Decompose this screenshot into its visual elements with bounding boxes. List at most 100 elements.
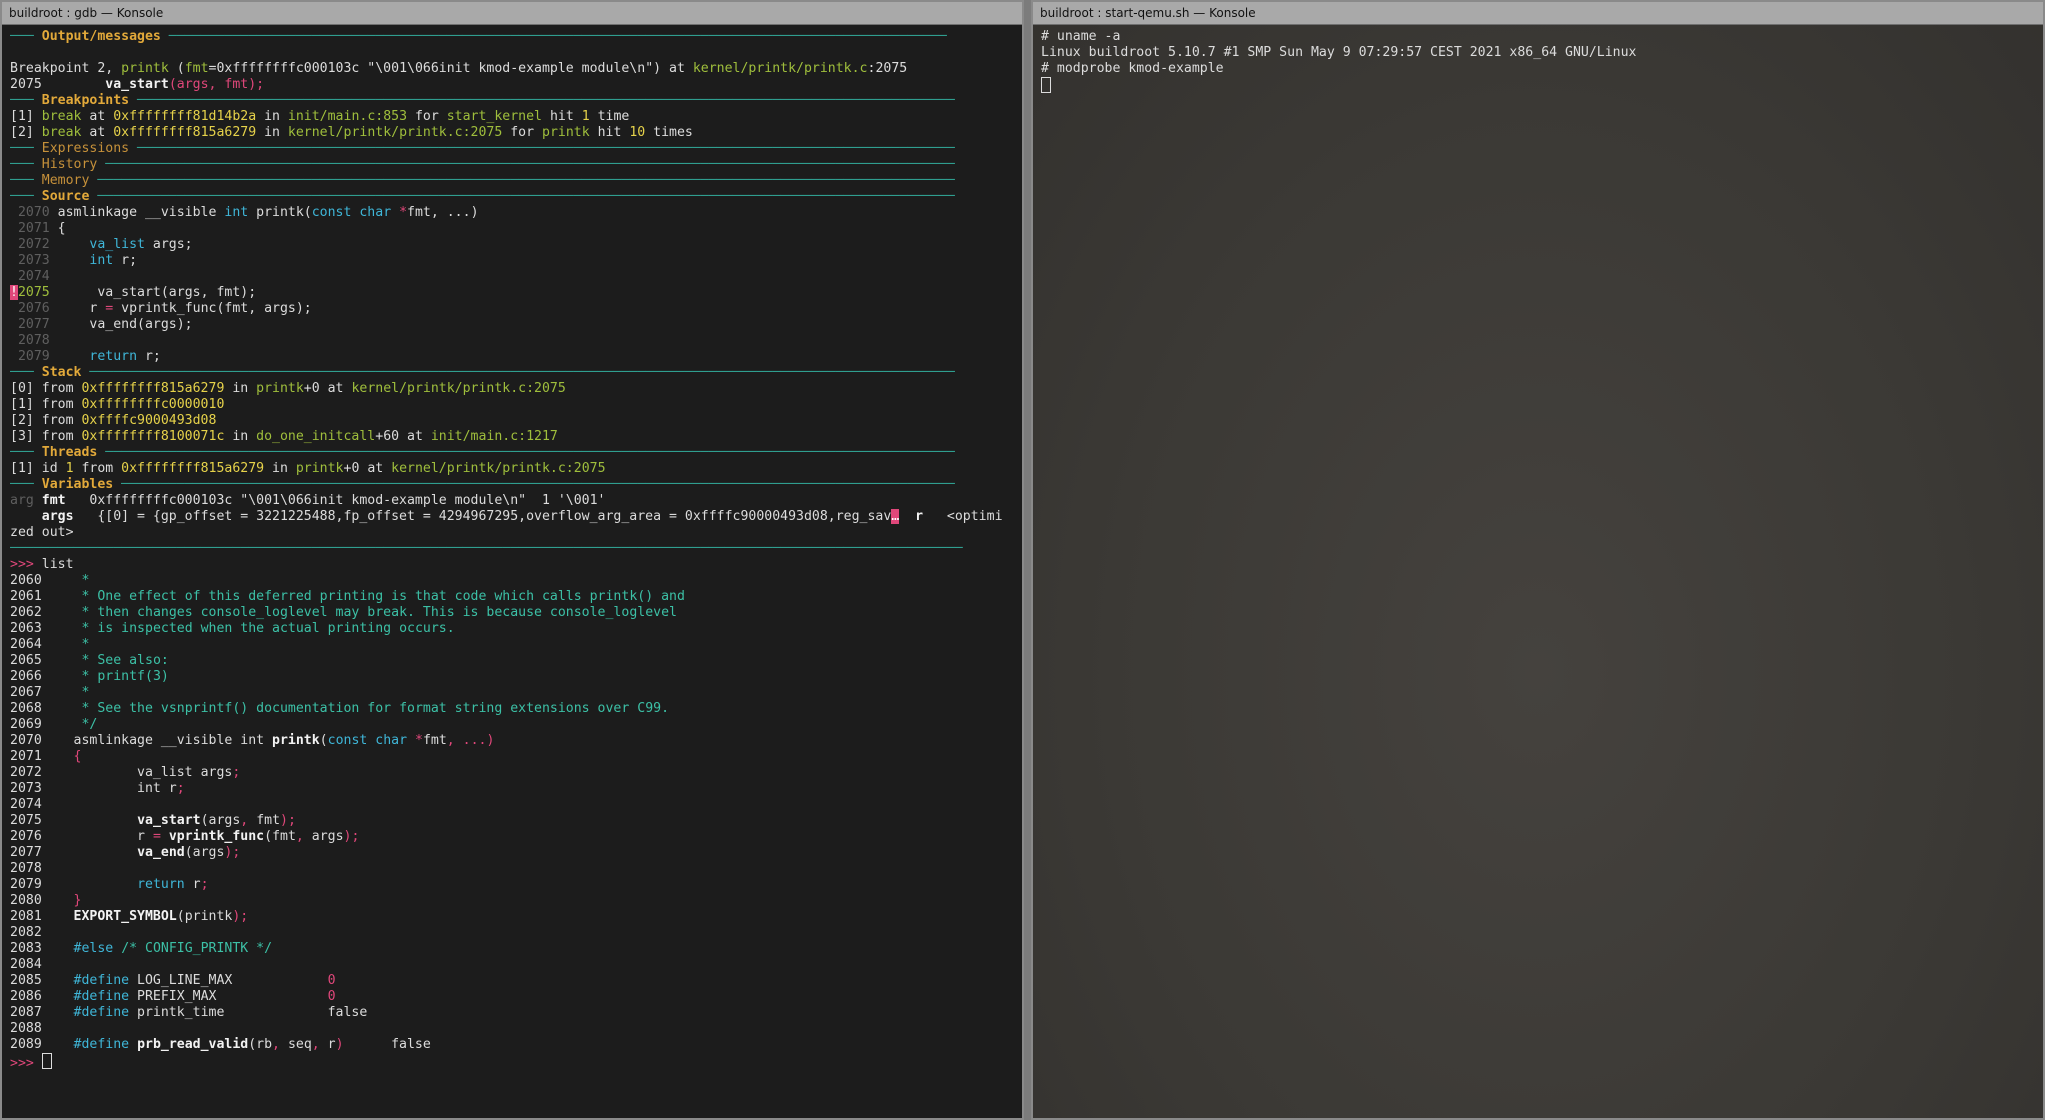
gdb-text-segment: 2070 asmlinkage __visible int xyxy=(10,733,273,748)
gdb-text-segment: * xyxy=(399,205,408,220)
gdb-line: 2073 int r; xyxy=(10,781,1014,797)
gdb-text-segment: , xyxy=(311,1037,328,1052)
gdb-text-segment: asmlinkage __visible xyxy=(57,205,225,220)
gdb-text-segment: * See the vsnprintf() documentation for … xyxy=(81,701,670,716)
gdb-text-segment: const char xyxy=(311,205,392,220)
gdb-text-segment: ; xyxy=(176,781,185,796)
gdb-konsole-window[interactable]: buildroot : gdb — Konsole ─── Output/mes… xyxy=(0,0,1024,1120)
gdb-line: zed out> xyxy=(10,525,1014,541)
gdb-text-segment: 2071 xyxy=(10,221,58,236)
gdb-text-segment: in xyxy=(256,125,288,140)
gdb-text-segment: ────────────────────────────────────────… xyxy=(89,189,955,204)
gdb-line: Breakpoint 2, printk (fmt=0xffffffffc000… xyxy=(10,61,1014,77)
gdb-text-segment: 0xffffffff8100071c xyxy=(81,429,225,444)
gdb-text-segment: args; xyxy=(144,237,193,252)
gdb-line: 2087 #define printk_time false xyxy=(10,1005,1014,1021)
gdb-text-segment: * xyxy=(81,573,90,588)
qemu-prompt-line[interactable] xyxy=(1041,77,2035,93)
gdb-text-segment: ────────────────────────────────────────… xyxy=(129,93,955,108)
gdb-text-segment: printk xyxy=(272,733,320,748)
gdb-line: [0] from 0xffffffff815a6279 in printk+0 … xyxy=(10,381,1014,397)
gdb-text-segment: ────────────────────────────────────────… xyxy=(81,365,955,380)
gdb-line: ─── Breakpoints ────────────────────────… xyxy=(10,93,1014,109)
gdb-text-segment: for xyxy=(407,109,447,124)
gdb-text-segment: at xyxy=(81,125,114,140)
gdb-text-segment: 2067 xyxy=(10,685,82,700)
gdb-text-segment: Breakpoint 2, xyxy=(10,61,122,76)
gdb-text-segment: #define xyxy=(73,989,130,1004)
gdb-line: 2067 * xyxy=(10,685,1014,701)
gdb-text-segment: #define xyxy=(73,973,130,988)
gdb-line: 2079 return r; xyxy=(10,877,1014,893)
gdb-text-segment: for xyxy=(502,125,542,140)
gdb-text-segment: } xyxy=(73,893,82,908)
qemu-konsole-window[interactable]: buildroot : start-qemu.sh — Konsole # un… xyxy=(1031,0,2045,1120)
gdb-line: 2080 } xyxy=(10,893,1014,909)
gdb-text-segment: ─── xyxy=(10,445,42,460)
gdb-text-segment: [2] from xyxy=(10,413,82,428)
gdb-text-segment: Expressions xyxy=(41,141,130,156)
gdb-text-segment: 0xffffffffc0000010 xyxy=(81,397,225,412)
gdb-text-segment: printk_time false xyxy=(129,1005,368,1020)
gdb-text-segment: * xyxy=(81,637,90,652)
gdb-line xyxy=(10,45,1014,61)
gdb-text-segment: 2074 xyxy=(10,797,42,812)
gdb-text-segment: in xyxy=(224,429,257,444)
gdb-text-segment: r xyxy=(327,1037,336,1052)
gdb-text-segment: kernel/printk/printk.c xyxy=(692,61,868,76)
gdb-text-segment: , xyxy=(240,813,257,828)
gdb-text-segment: ─── xyxy=(10,29,42,44)
gdb-text-segment: #define xyxy=(73,1005,130,1020)
gdb-line: 2060 * xyxy=(10,573,1014,589)
gdb-text-segment: 2076 r xyxy=(10,829,153,844)
cursor-block-icon[interactable] xyxy=(1041,77,1051,93)
gdb-text-segment: time xyxy=(589,109,630,124)
gdb-text-segment: (rb xyxy=(248,1037,273,1052)
gdb-text-segment: ────────────────────────────────────────… xyxy=(10,541,963,556)
gdb-line: ─── Variables ──────────────────────────… xyxy=(10,477,1014,493)
gdb-prompt-line[interactable]: >>> xyxy=(10,1053,1014,1069)
gdb-text-segment: args xyxy=(311,829,344,844)
gdb-text-segment: 2069 xyxy=(10,717,82,732)
gdb-text-segment: list xyxy=(41,557,74,572)
gdb-text-segment: init/main.c:853 xyxy=(287,109,408,124)
gdb-text-segment: LOG_LINE_MAX xyxy=(129,973,328,988)
gdb-text-segment: (fmt xyxy=(264,829,296,844)
gdb-terminal[interactable]: ─── Output/messages ────────────────────… xyxy=(10,29,1014,1118)
gdb-text-segment: [2] xyxy=(10,125,42,140)
gdb-text-segment: break xyxy=(41,125,82,140)
gdb-line: 2082 xyxy=(10,925,1014,941)
gdb-text-segment: times xyxy=(645,125,693,140)
gdb-text-segment: r; xyxy=(113,253,138,268)
gdb-line: 2078 xyxy=(10,861,1014,877)
gdb-text-segment: int xyxy=(224,205,249,220)
gdb-text-segment: printk xyxy=(542,125,590,140)
gdb-text-segment: 0xffffc9000493d08 xyxy=(81,413,217,428)
cursor-block-icon[interactable] xyxy=(41,1053,52,1069)
gdb-text-segment: * xyxy=(414,733,423,748)
gdb-line: 2071 { xyxy=(10,749,1014,765)
qemu-line: # uname -a xyxy=(1041,29,1121,44)
gdb-text-segment: 2087 xyxy=(10,1005,74,1020)
gdb-text-segment: 2074 xyxy=(10,269,58,284)
gdb-line: 2079 return r; xyxy=(10,349,1014,365)
gdb-text-segment xyxy=(407,733,415,748)
gdb-text-segment xyxy=(10,509,42,524)
gdb-text-segment: printk xyxy=(256,381,304,396)
gdb-text-segment: 0xffffffff815a6279 xyxy=(121,461,265,476)
gdb-text-segment: 2088 xyxy=(10,1021,42,1036)
qemu-line: # modprobe kmod-example xyxy=(1041,61,1224,76)
gdb-text-segment: * then changes console_loglevel may brea… xyxy=(81,605,677,620)
gdb-text-segment: 2084 xyxy=(10,957,42,972)
qemu-terminal[interactable]: # uname -a Linux buildroot 5.10.7 #1 SMP … xyxy=(1041,29,2035,1118)
gdb-text-segment: 2085 xyxy=(10,973,74,988)
gdb-line: 2088 xyxy=(10,1021,1014,1037)
gdb-text-segment: kernel/printk/printk.c:2075 xyxy=(287,125,503,140)
gdb-line: 2061 * One effect of this deferred print… xyxy=(10,589,1014,605)
gdb-text-segment: return xyxy=(137,877,185,892)
gdb-text-segment: 2060 xyxy=(10,573,82,588)
gdb-text-segment: 2071 xyxy=(10,749,74,764)
gdb-text-segment: 2076 xyxy=(10,301,58,316)
gdb-text-segment: printk xyxy=(295,461,344,476)
gdb-text-segment: r; xyxy=(137,349,161,364)
